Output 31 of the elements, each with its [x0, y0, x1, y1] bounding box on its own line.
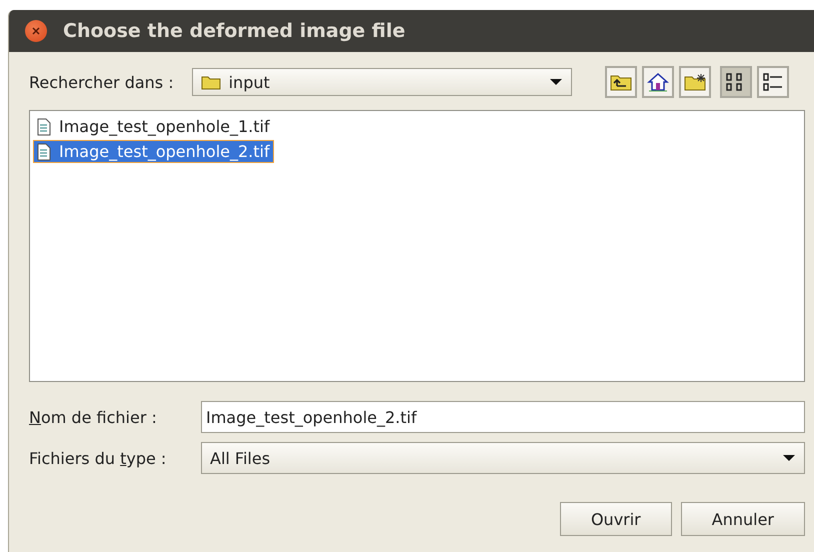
folder-icon	[200, 74, 221, 90]
close-icon	[31, 26, 41, 36]
document-icon	[37, 118, 51, 136]
toolbar-button[interactable]	[604, 66, 637, 98]
look-in-dropdown[interactable]: input	[192, 68, 572, 96]
file-name-field[interactable]: Image_test_openhole_2.tif	[201, 401, 805, 433]
toolbar-button[interactable]	[642, 66, 674, 98]
file-name: Image_test_openhole_2.tif	[59, 142, 270, 161]
file-name-label: Nom de fichier :	[29, 408, 158, 426]
look-in-label: Rechercher dans :	[29, 72, 174, 92]
file-type-label: Fichiers du type :	[29, 448, 168, 468]
file-item[interactable]: Image_test_openhole_1.tif	[33, 115, 274, 138]
window-title: Choose the deformed image file	[63, 20, 406, 42]
open-button[interactable]: Ouvrir	[560, 502, 672, 536]
home-icon	[646, 72, 669, 92]
file-type-dropdown[interactable]: All Files	[201, 442, 805, 474]
toolbar-button[interactable]	[678, 66, 711, 98]
cancel-button[interactable]: Annuler	[680, 502, 805, 536]
document-icon	[37, 142, 51, 160]
file-name: Image_test_openhole_1.tif	[59, 117, 270, 136]
new-folder-icon	[684, 73, 706, 91]
close-button[interactable]	[25, 20, 47, 42]
folder-up-icon	[610, 73, 632, 91]
file-item[interactable]: Image_test_openhole_2.tif	[33, 140, 274, 163]
details-view-icon	[762, 72, 784, 92]
caret-icon	[548, 78, 563, 86]
toolbar-button[interactable]	[720, 66, 752, 98]
folder-name: input	[228, 72, 270, 92]
caret-icon	[782, 454, 796, 462]
file-type-value: All Files	[210, 448, 270, 468]
toolbar-button[interactable]	[756, 66, 789, 98]
